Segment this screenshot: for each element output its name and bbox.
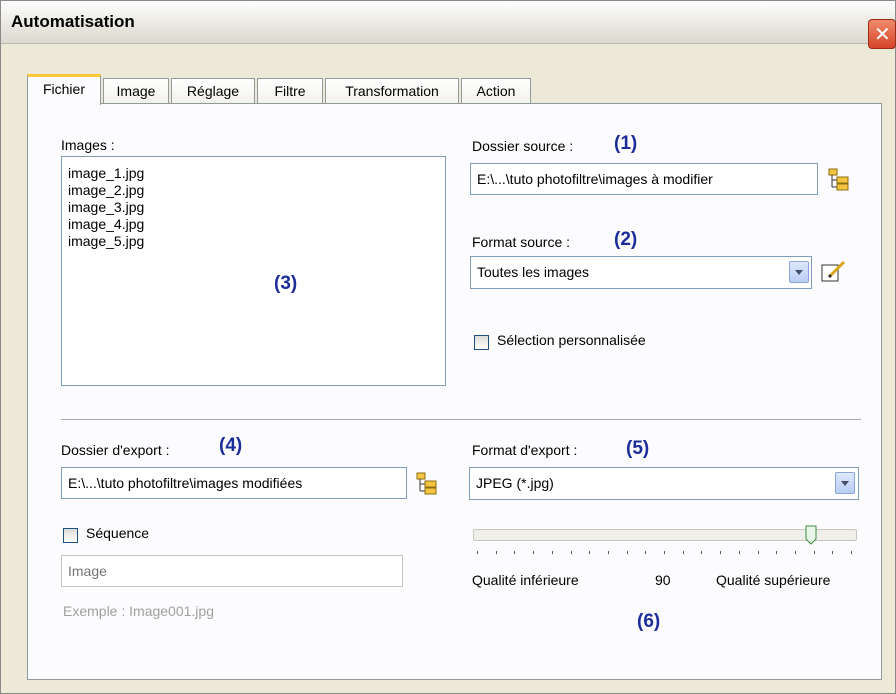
slider-tick [813, 551, 815, 554]
quality-slider-thumb[interactable] [805, 525, 817, 545]
tab-transformation[interactable]: Transformation [325, 78, 459, 104]
slider-tick [832, 551, 834, 554]
sequence-label: Séquence [86, 525, 150, 541]
slider-tick [682, 551, 684, 554]
tab-fichier[interactable]: Fichier [27, 74, 101, 105]
quality-value: 90 [655, 572, 671, 588]
list-item[interactable]: image_1.jpg [68, 165, 439, 182]
title-bar: Automatisation [1, 1, 895, 44]
list-item[interactable]: image_4.jpg [68, 216, 439, 233]
images-label: Images : [61, 137, 115, 153]
sequence-name-input[interactable] [61, 555, 403, 587]
example-text: Exemple : Image001.jpg [63, 603, 214, 619]
slider-tick [607, 551, 609, 554]
custom-selection-label: Sélection personnalisée [497, 332, 646, 348]
list-item[interactable]: image_2.jpg [68, 182, 439, 199]
marker-6: (6) [637, 611, 661, 632]
tab-image[interactable]: Image [103, 78, 169, 104]
slider-tick [551, 551, 553, 554]
chevron-down-icon[interactable] [789, 261, 809, 283]
slider-tick [570, 551, 572, 554]
slider-tick [589, 551, 591, 554]
folder-tree-icon[interactable] [415, 471, 439, 495]
slider-tick [495, 551, 497, 554]
slider-tick [664, 551, 665, 554]
divider [61, 419, 861, 421]
slider-tick [757, 551, 759, 554]
close-button[interactable]: ✕ [868, 19, 896, 49]
quality-high-label: Qualité supérieure [716, 572, 831, 588]
export-format-select[interactable]: JPEG (*.jpg) [469, 467, 859, 500]
images-listbox[interactable]: image_1.jpg image_2.jpg image_3.jpg imag… [61, 156, 446, 386]
slider-tick [720, 551, 722, 554]
tab-filtre[interactable]: Filtre [257, 78, 323, 104]
marker-2: (2) [614, 229, 638, 250]
close-icon: ✕ [874, 22, 891, 46]
tab-action[interactable]: Action [461, 78, 531, 104]
source-folder-field[interactable]: E:\...\tuto photofiltre\images à modifie… [470, 163, 818, 195]
slider-tick [477, 551, 478, 554]
list-item[interactable]: image_5.jpg [68, 233, 439, 250]
slider-tick [794, 551, 796, 554]
slider-tick [776, 551, 778, 554]
marker-5: (5) [626, 438, 650, 459]
chevron-down-icon[interactable] [835, 472, 855, 494]
custom-selection-checkbox[interactable] [474, 335, 489, 350]
slider-tick [738, 551, 740, 554]
window-title: Automatisation [11, 12, 135, 31]
folder-tree-icon[interactable] [827, 167, 851, 191]
export-format-label: Format d'export : [472, 442, 578, 458]
slider-tick [626, 551, 628, 554]
slider-tick [701, 551, 703, 554]
automation-dialog: Automatisation ✕ Fichier Image Réglage F… [0, 0, 896, 694]
slider-tick [533, 551, 535, 554]
marker-3: (3) [274, 273, 298, 294]
marker-1: (1) [614, 133, 638, 154]
marker-4: (4) [219, 435, 243, 456]
list-item[interactable]: image_3.jpg [68, 199, 439, 216]
slider-tick [851, 551, 852, 554]
source-format-label: Format source : [472, 234, 571, 250]
sequence-checkbox[interactable] [63, 528, 78, 543]
edit-icon[interactable] [820, 259, 848, 285]
source-folder-label: Dossier source : [472, 138, 574, 154]
tab-reglage[interactable]: Réglage [171, 78, 255, 104]
export-folder-field[interactable]: E:\...\tuto photofiltre\images modifiées [61, 467, 407, 499]
quality-slider[interactable] [473, 529, 857, 541]
quality-low-label: Qualité inférieure [472, 572, 579, 588]
slider-tick [514, 551, 516, 554]
export-folder-label: Dossier d'export : [61, 442, 170, 458]
slider-tick [645, 551, 647, 554]
source-format-select[interactable]: Toutes les images [470, 256, 812, 289]
